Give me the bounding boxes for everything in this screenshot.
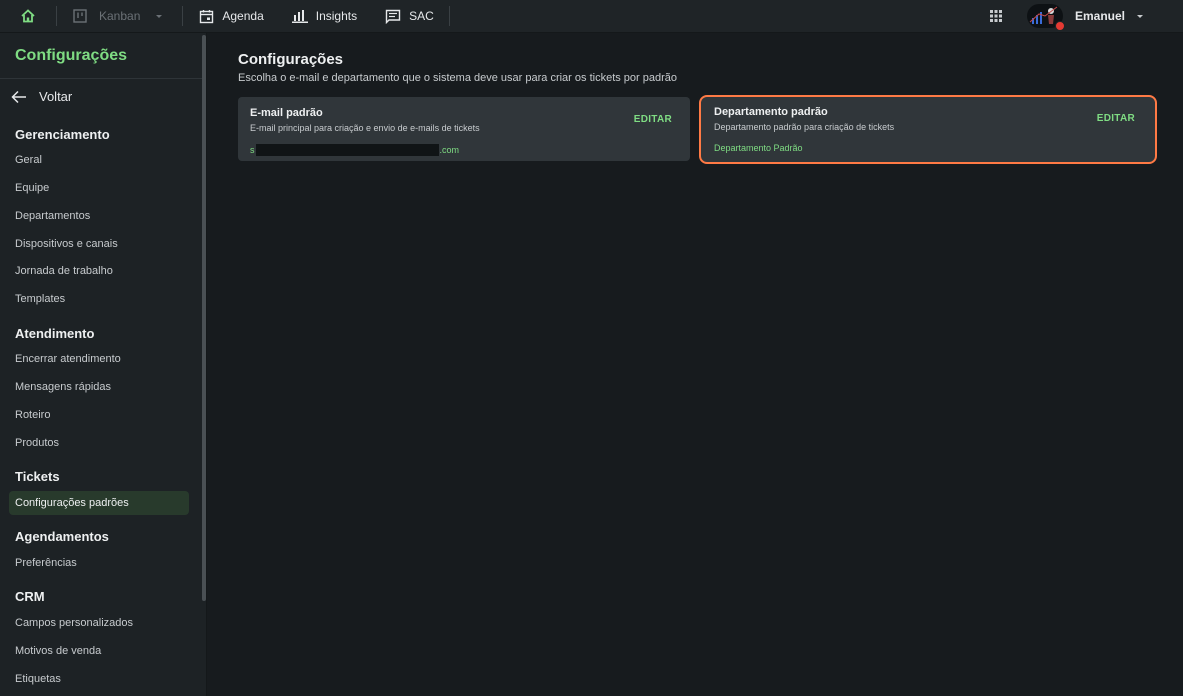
topbar-right-group: Emanuel [989, 0, 1183, 33]
sidebar-title: Configurações [15, 47, 128, 64]
email-card-description: E-mail principal para criação e envio de… [250, 123, 480, 133]
chevron-down-icon [156, 15, 163, 18]
agenda-label: Agenda [222, 9, 264, 23]
email-value-start: s [250, 145, 255, 155]
topbar-divider [182, 6, 184, 26]
sidebar-item-campos[interactable]: Campos personalizados [15, 617, 133, 629]
home-icon [21, 9, 35, 23]
message-icon [385, 9, 401, 24]
department-card-description: Departamento padrão para criação de tick… [714, 122, 895, 132]
user-name[interactable]: Emanuel [1075, 9, 1125, 23]
notification-badge [1054, 21, 1065, 31]
chevron-down-icon[interactable] [1135, 11, 1145, 21]
sidebar-item-encerrar[interactable]: Encerrar atendimento [15, 353, 121, 365]
email-card-value: s .com [250, 144, 459, 156]
kanban-icon [73, 9, 87, 23]
sidebar-divider [0, 78, 206, 79]
sac-link[interactable]: SAC [385, 0, 434, 33]
sidebar-item-preferencias[interactable]: Preferências [15, 557, 77, 569]
sidebar-item-mensagens[interactable]: Mensagens rápidas [15, 381, 111, 393]
home-button[interactable] [0, 0, 56, 33]
sidebar-item-motivos[interactable]: Motivos de venda [15, 645, 101, 657]
edit-department-button[interactable]: EDITAR [1097, 113, 1135, 124]
section-gerenciamento: Gerenciamento [15, 127, 110, 142]
section-tickets: Tickets [15, 469, 60, 484]
sidebar-item-produtos[interactable]: Produtos [15, 437, 59, 449]
page-title: Configurações [238, 51, 344, 68]
sidebar-item-etiquetas[interactable]: Etiquetas [15, 673, 61, 685]
insights-label: Insights [315, 9, 358, 23]
sidebar-item-jornada[interactable]: Jornada de trabalho [15, 265, 113, 277]
sidebar-item-dispositivos[interactable]: Dispositivos e canais [15, 238, 118, 250]
sidebar-item-roteiro[interactable]: Roteiro [15, 409, 50, 421]
topbar-divider [56, 6, 57, 26]
email-card-title: E-mail padrão [250, 107, 323, 119]
arrow-left-icon [11, 90, 26, 103]
kanban-label: Kanban [99, 9, 141, 23]
department-card-value: Departamento Padrão [714, 143, 803, 153]
sidebar-item-templates[interactable]: Templates [15, 293, 65, 305]
email-default-card: E-mail padrão E-mail principal para cria… [238, 97, 690, 161]
back-button[interactable]: Voltar [11, 89, 72, 104]
email-value-end: .com [439, 145, 460, 155]
edit-email-button[interactable]: EDITAR [634, 114, 672, 125]
avatar[interactable] [1026, 4, 1065, 31]
settings-sidebar: Configurações Voltar Gerenciamento Geral… [0, 33, 207, 696]
main-content: Configurações Escolha o e-mail e departa… [207, 33, 1183, 696]
sidebar-item-configuracoes-padroes[interactable]: Configurações padrões [9, 491, 189, 515]
bar-chart-icon [291, 10, 308, 23]
section-crm: CRM [15, 589, 45, 604]
apps-grid-icon[interactable] [989, 9, 1003, 23]
topbar-divider [448, 6, 450, 26]
sac-label: SAC [409, 9, 434, 23]
top-navigation-bar: Kanban Agenda Insights SAC Emanuel [0, 0, 1183, 33]
sidebar-scrollbar[interactable] [202, 35, 206, 601]
redacted-block [255, 144, 439, 156]
department-default-card: Departamento padrão Departamento padrão … [699, 95, 1157, 164]
page-subtitle: Escolha o e-mail e departamento que o si… [238, 72, 678, 84]
section-agendamentos: Agendamentos [15, 529, 109, 544]
agenda-link[interactable]: Agenda [199, 0, 264, 33]
kanban-menu[interactable]: Kanban [73, 0, 164, 33]
sidebar-item-geral[interactable]: Geral [15, 154, 42, 166]
sidebar-item-departamentos[interactable]: Departamentos [15, 210, 90, 222]
department-card-title: Departamento padrão [714, 106, 828, 118]
calendar-icon [200, 9, 214, 23]
insights-link[interactable]: Insights [291, 0, 358, 33]
sidebar-item-equipe[interactable]: Equipe [15, 182, 49, 194]
section-atendimento: Atendimento [15, 326, 95, 341]
back-label: Voltar [39, 89, 73, 104]
